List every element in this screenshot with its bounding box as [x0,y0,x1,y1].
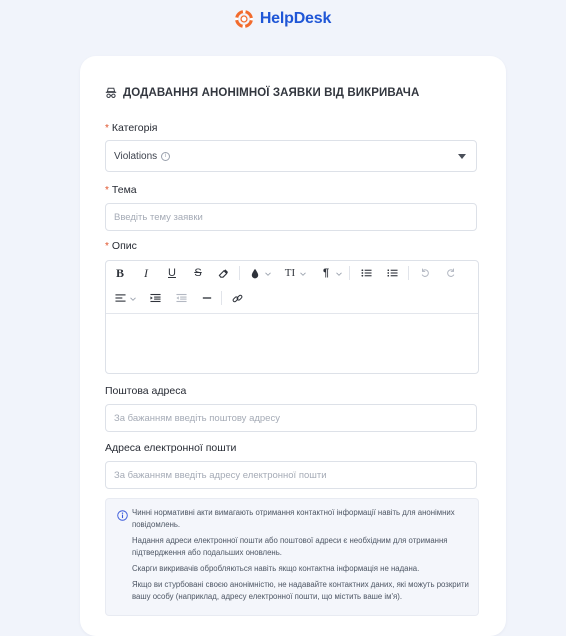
eraser-icon[interactable] [214,264,232,282]
email-label-text: Адреса електронної пошти [105,442,237,454]
notice-paragraph: Чинні нормативні акти вимагають отриманн… [132,508,455,529]
category-select[interactable]: Violations i [105,140,477,172]
strikethrough-button[interactable]: S [189,264,207,282]
category-value: Violations [114,150,158,162]
description-textarea[interactable] [106,314,478,373]
required-mark: * [105,122,109,134]
description-label-text: Опис [111,240,137,252]
chevron-down-icon [458,154,466,159]
required-mark: * [105,184,109,196]
subject-input[interactable] [106,204,476,230]
outdent-icon[interactable] [172,289,190,307]
indent-icon[interactable] [146,289,164,307]
postal-label-text: Поштова адреса [105,385,187,397]
toolbar-separator [239,266,240,280]
description-editor: B I U S TI ¶ [105,260,479,374]
paragraph-button[interactable]: ¶ [317,264,335,282]
form-title: ДОДАВАННЯ АНОНІМНОЇ ЗАЯВКИ ВІД ВИКРИВАЧА [105,85,419,101]
postal-label: Поштова адреса [105,385,186,397]
align-left-icon[interactable] [111,289,129,307]
horizontal-rule-icon[interactable] [198,289,216,307]
subject-label: * Тема [105,184,137,196]
category-label-text: Категорія [111,122,158,134]
bold-button[interactable]: B [111,264,129,282]
notice-paragraph: Надання адреси електронної пошти або пош… [132,536,448,557]
postal-field [105,404,477,432]
editor-toolbar: B I U S TI ¶ [106,261,478,314]
chevron-down-icon[interactable] [300,271,306,277]
bullet-list-icon[interactable] [357,264,375,282]
toolbar-separator [349,266,350,280]
category-info-icon[interactable]: i [161,151,171,161]
notice-paragraph: Якщо ви стурбовані своєю анонімністю, не… [132,580,469,601]
undo-icon[interactable] [416,264,434,282]
toolbar-separator [221,291,222,305]
numbered-list-icon[interactable] [383,264,401,282]
email-label: Адреса електронної пошти [105,442,236,454]
underline-button[interactable]: U [163,264,181,282]
text-color-icon[interactable] [246,264,264,282]
italic-button[interactable]: I [137,264,155,282]
chevron-down-icon[interactable] [130,296,136,302]
brand-name: HelpDesk [259,10,332,27]
chevron-down-icon[interactable] [265,271,271,277]
required-mark: * [105,240,109,252]
email-field [105,461,477,489]
text-size-button[interactable]: TI [281,264,299,282]
chevron-down-icon[interactable] [336,271,342,277]
anonymous-report-form: ДОДАВАННЯ АНОНІМНОЇ ЗАЯВКИ ВІД ВИКРИВАЧА… [80,56,506,636]
incognito-icon [105,87,117,99]
email-input[interactable] [106,462,476,488]
toolbar-separator [408,266,409,280]
description-label: * Опис [105,240,137,252]
redo-icon[interactable] [442,264,460,282]
link-icon[interactable] [228,289,246,307]
category-label: * Категорія [105,122,157,134]
notice-paragraph: Скарги викривачів обробляються навіть як… [132,564,420,573]
info-circle-icon [117,510,128,521]
brand-header: HelpDesk [0,8,566,30]
form-title-text: ДОДАВАННЯ АНОНІМНОЇ ЗАЯВКИ ВІД ВИКРИВАЧА [123,87,420,99]
anonymity-notice: Чинні нормативні акти вимагають отриманн… [105,498,479,616]
postal-address-input[interactable] [106,405,476,431]
lifebuoy-icon [234,10,253,28]
subject-field [105,203,477,231]
subject-label-text: Тема [111,184,137,196]
